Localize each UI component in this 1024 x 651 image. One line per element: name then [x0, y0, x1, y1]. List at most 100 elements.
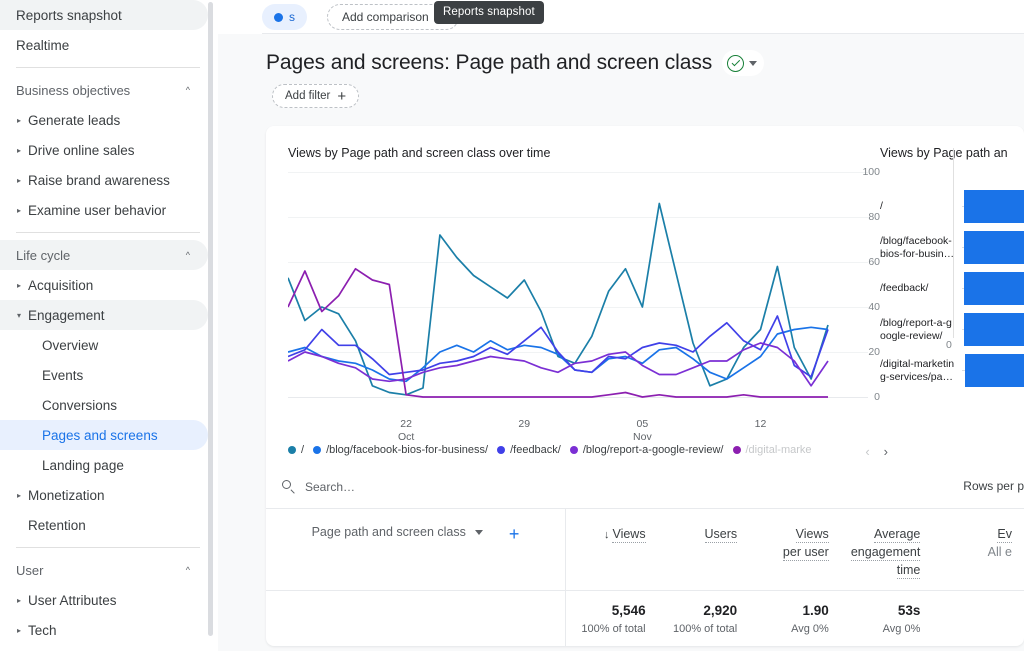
sidebar-item-tech[interactable]: ▸ Tech	[0, 615, 208, 645]
chevron-up-icon[interactable]: ^	[186, 565, 190, 575]
bar-chart-row[interactable]: /blog/facebook-bios-for-busin…	[880, 227, 1024, 268]
totals-value: 1.90	[802, 603, 829, 618]
report-card: Views by Page path and screen class over…	[266, 126, 1024, 646]
column-header-average-engagement-time[interactable]: Average engagement time	[841, 509, 933, 590]
sidebar-item-label: User Attributes	[28, 592, 117, 608]
bar[interactable]	[964, 231, 1024, 264]
chevron-up-icon[interactable]: ^	[186, 250, 190, 260]
chevron-up-icon[interactable]: ^	[186, 85, 190, 95]
totals-value: 5,546	[611, 603, 646, 618]
sidebar-item-acquisition[interactable]: ▸ Acquisition	[0, 270, 208, 300]
left-navigation-sidebar: Reports snapshot Realtime Business objec…	[0, 0, 218, 651]
totals-views-per-user-cell: 1.90 Avg 0%	[749, 591, 841, 646]
bar-category-label: /feedback/	[880, 282, 929, 295]
bar-category-label: /	[880, 200, 883, 213]
legend-item-0[interactable]: /	[288, 444, 304, 456]
main-content-area: s Add comparison + Pages and screens: Pa…	[218, 0, 1024, 651]
comparison-dot-icon	[274, 12, 283, 22]
caret-right-icon: ▸	[16, 205, 21, 215]
bar-chart-row[interactable]: /feedback/	[880, 268, 1024, 309]
column-header-views[interactable]: ↓ Views	[566, 509, 658, 590]
legend-item-1[interactable]: /blog/facebook-bios-for-business/	[313, 444, 488, 456]
sidebar-item-label: Acquisition	[28, 277, 94, 293]
sidebar-item-user-attributes[interactable]: ▸ User Attributes	[0, 585, 208, 615]
comparison-toolbar: s Add comparison +	[218, 0, 1024, 34]
x-axis-tick-sublabel: Nov	[633, 431, 652, 443]
sidebar-divider-2	[16, 232, 200, 233]
bar-chart-xtick-0: 0	[946, 339, 952, 351]
sidebar-item-pages-and-screens[interactable]: Pages and screens	[0, 420, 208, 450]
sidebar-item-label: Pages and screens	[42, 427, 158, 443]
check-circle-icon	[727, 54, 745, 72]
sidebar-item-events[interactable]: Events	[0, 360, 208, 390]
caret-right-icon: ▸	[16, 490, 21, 500]
add-dimension-button[interactable]: +	[509, 525, 520, 543]
sidebar-divider-1	[16, 67, 200, 68]
sidebar-section-label: User	[16, 562, 44, 578]
column-header-users[interactable]: Users	[658, 509, 750, 590]
report-header: Pages and screens: Page path and screen …	[218, 34, 1024, 108]
add-filter-button[interactable]: Add filter +	[272, 84, 360, 108]
legend-item-2[interactable]: /feedback/	[497, 444, 561, 456]
sidebar-item-realtime[interactable]: Realtime	[0, 30, 208, 60]
sidebar-item-retention[interactable]: Retention	[0, 510, 208, 540]
bar-chart-title: Views by Page path an	[880, 146, 1008, 160]
data-table: Rows per p Page path and screen class + …	[266, 466, 1024, 646]
search-input[interactable]	[305, 480, 565, 494]
sidebar-item-label: Reports snapshot	[16, 7, 122, 23]
bar[interactable]	[964, 354, 1024, 387]
sidebar-item-label: Realtime	[16, 37, 70, 53]
sidebar-item-label: Examine user behavior	[28, 202, 167, 218]
rows-per-page-label[interactable]: Rows per p	[963, 479, 1024, 493]
sidebar-item-drive-online-sales[interactable]: ▸ Drive online sales	[0, 135, 208, 165]
column-header-event-count[interactable]: Ev All e	[932, 509, 1024, 590]
sidebar-item-label: Generate leads	[28, 112, 121, 128]
sort-descending-icon: ↓	[603, 529, 610, 541]
sidebar-scrollbar-thumb[interactable]	[208, 2, 213, 636]
comparison-chip[interactable]: s	[262, 4, 307, 30]
sidebar-section-business-objectives[interactable]: Business objectives ^	[0, 75, 208, 105]
totals-avg-engagement-time-cell: 53s Avg 0%	[841, 591, 933, 646]
legend-color-dot	[313, 446, 322, 454]
search-icon	[282, 480, 296, 494]
column-header-views-per-user[interactable]: Views per user	[749, 509, 841, 590]
sidebar-item-conversions[interactable]: Conversions	[0, 390, 208, 420]
sidebar-item-raise-brand-awareness[interactable]: ▸ Raise brand awareness	[0, 165, 208, 195]
totals-sublabel: 100% of total	[672, 623, 738, 635]
sidebar-item-generate-leads[interactable]: ▸ Generate leads	[0, 105, 208, 135]
sidebar-item-landing-page[interactable]: Landing page	[0, 450, 208, 480]
sidebar-item-overview[interactable]: Overview	[0, 330, 208, 360]
sidebar-section-life-cycle[interactable]: Life cycle ^	[0, 240, 208, 270]
chevron-down-icon[interactable]	[474, 529, 483, 535]
chevron-down-icon[interactable]	[749, 60, 758, 66]
dimension-selector[interactable]: Page path and screen class	[312, 525, 483, 539]
legend-color-dot	[732, 446, 741, 454]
x-axis-tick-0: 22 Oct	[398, 418, 414, 444]
report-status-control[interactable]	[722, 50, 765, 76]
sidebar-section-user[interactable]: User ^	[0, 555, 208, 585]
bar[interactable]	[964, 313, 1024, 346]
legend-item-3[interactable]: /blog/report-a-google-review/	[569, 444, 724, 456]
bar[interactable]	[964, 272, 1024, 305]
column-header-label: Users	[704, 527, 738, 543]
line-chart-title: Views by Page path and screen class over…	[288, 146, 551, 160]
sidebar-item-reports-snapshot[interactable]: Reports snapshot	[0, 0, 208, 30]
bar-chart-row[interactable]: /	[880, 186, 1024, 227]
bar-chart-row[interactable]: /blog/report-a-g oogle-review/	[880, 309, 1024, 350]
bar-chart-rows: / /blog/facebook-bios-for-busin… /feedback…	[880, 186, 1024, 391]
sidebar-section-label: Business objectives	[16, 82, 131, 98]
sidebar-item-examine-user-behavior[interactable]: ▸ Examine user behavior	[0, 195, 208, 225]
legend-label: /blog/report-a-google-review/	[582, 444, 724, 456]
bar-chart-row[interactable]: /digital-marketin g-services/pa…	[880, 350, 1024, 391]
bar[interactable]	[964, 190, 1024, 223]
x-axis-tick-sublabel: Oct	[397, 431, 415, 443]
legend-item-4[interactable]: /digital-marke	[732, 444, 812, 456]
sidebar-item-engagement[interactable]: ▾ Engagement	[0, 300, 208, 330]
sidebar-item-label: Conversions	[42, 397, 118, 413]
sidebar-item-label: Raise brand awareness	[28, 172, 170, 188]
line-chart-plot: 0 20 40 60 80 100 22 Oct 29 05 Nov 12	[288, 166, 880, 443]
sidebar-item-monetization[interactable]: ▸ Monetization	[0, 480, 208, 510]
totals-event-count-cell	[932, 591, 1024, 646]
sidebar-scrollbar-track[interactable]	[208, 0, 216, 651]
bar-chart-axis	[953, 148, 954, 338]
